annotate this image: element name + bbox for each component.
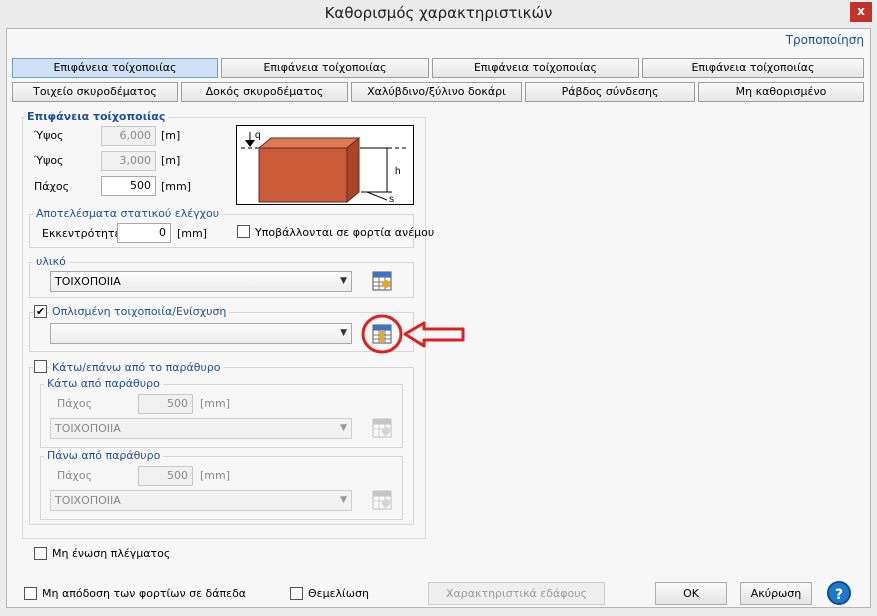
mesh-label: Μη ένωση πλέγματος bbox=[52, 547, 171, 560]
below-thickness-label: Πάχος bbox=[57, 397, 93, 410]
tab-masonry-surface-4[interactable]: Επιφάνεια τοίχοποιίας bbox=[642, 58, 864, 78]
thickness-unit: [mm] bbox=[161, 180, 192, 193]
modify-link[interactable]: Τροποποίηση bbox=[700, 33, 864, 47]
tab-masonry-surface-1[interactable]: Επιφάνεια τοίχοποιίας bbox=[12, 58, 218, 78]
reinforced-label: Οπλισμένη τοιχοποιία/Ενίσχυση bbox=[49, 305, 230, 318]
reinforcement-select[interactable]: ▼ bbox=[50, 323, 352, 344]
no-load-checkbox[interactable] bbox=[24, 587, 37, 600]
thickness-input[interactable]: 500 bbox=[101, 176, 156, 196]
reinforced-checkbox[interactable]: ✔ bbox=[34, 305, 47, 318]
height2-input[interactable]: 3,000 bbox=[101, 151, 156, 171]
tab-masonry-surface-3[interactable]: Επιφάνεια τοίχοποιίας bbox=[432, 58, 639, 78]
above-thickness-input[interactable]: 500 bbox=[138, 466, 193, 486]
below-thickness-input[interactable]: 500 bbox=[138, 394, 193, 414]
eccentricity-unit: [mm] bbox=[177, 227, 208, 240]
height2-unit: [m] bbox=[161, 154, 181, 167]
above-material-table-icon[interactable] bbox=[372, 490, 392, 510]
above-material-select[interactable]: ΤΟΙΧΟΠΟΙΙΑ ▼ bbox=[50, 490, 352, 511]
chevron-down-icon: ▼ bbox=[340, 423, 347, 433]
window-checkbox[interactable] bbox=[34, 360, 47, 373]
no-load-label: Μη απόδοση των φορτίων σε δάπεδα bbox=[42, 587, 247, 600]
wind-load-label: Υποβάλλονται σε φορτία ανέμου bbox=[255, 226, 435, 239]
height1-label: Ύψος bbox=[34, 129, 64, 142]
chevron-down-icon: ▼ bbox=[340, 495, 347, 505]
mesh-checkbox[interactable] bbox=[34, 547, 47, 560]
eccentricity-label: Εκκεντρότητες bbox=[42, 227, 118, 240]
tab-undefined[interactable]: Μη καθορισμένο bbox=[698, 82, 864, 102]
tab-steel-timber-beam[interactable]: Χαλύβδινο/ξύλινο δοκάρι bbox=[351, 82, 522, 102]
foundation-checkbox[interactable] bbox=[290, 587, 303, 600]
below-material-table-icon[interactable] bbox=[372, 418, 392, 438]
tab-masonry-surface-2[interactable]: Επιφάνεια τοίχοποιίας bbox=[221, 58, 429, 78]
above-thickness-unit: [mm] bbox=[200, 469, 231, 482]
static-group-title: Αποτελέσματα στατικού ελέγχου bbox=[33, 207, 223, 220]
eccentricity-input[interactable]: 0 bbox=[117, 223, 171, 243]
chevron-down-icon: ▼ bbox=[340, 328, 347, 338]
window-title: Καθορισμός χαρακτηριστικών bbox=[324, 4, 553, 22]
material-table-icon[interactable] bbox=[372, 271, 392, 291]
below-material-select[interactable]: ΤΟΙΧΟΠΟΙΙΑ ▼ bbox=[50, 418, 352, 439]
above-window-title: Πάνω από παράθυρο bbox=[44, 449, 164, 462]
foundation-label: Θεμελίωση bbox=[308, 587, 369, 600]
surface-group-title: Επιφάνεια τοίχοποιίας bbox=[24, 110, 169, 123]
wall-preview: q h s bbox=[236, 125, 414, 205]
material-select[interactable]: ΤΟΙΧΟΠΟΙΙΑ ▼ bbox=[50, 271, 352, 292]
q-label: q bbox=[255, 130, 261, 141]
below-thickness-unit: [mm] bbox=[200, 397, 231, 410]
material-group-title: υλικό bbox=[33, 255, 69, 268]
help-icon[interactable]: ? bbox=[827, 581, 851, 605]
wind-load-checkbox[interactable] bbox=[237, 225, 250, 238]
height2-label: Ύψος bbox=[34, 154, 64, 167]
thickness-label: Πάχος bbox=[34, 180, 70, 193]
material-select-value: ΤΟΙΧΟΠΟΙΙΑ bbox=[55, 275, 121, 288]
above-material-value: ΤΟΙΧΟΠΟΙΙΑ bbox=[55, 494, 121, 507]
below-window-title: Κάτω από παράθυρο bbox=[44, 377, 163, 390]
height1-input[interactable]: 6,000 bbox=[101, 126, 156, 146]
chevron-down-icon: ▼ bbox=[340, 276, 347, 286]
above-thickness-label: Πάχος bbox=[57, 469, 93, 482]
tab-concrete-beam[interactable]: Δοκός σκυροδέματος bbox=[181, 82, 348, 102]
cancel-button[interactable]: Ακύρωση bbox=[740, 582, 812, 605]
height1-unit: [m] bbox=[161, 129, 181, 142]
annotation-highlight bbox=[361, 314, 465, 354]
ok-button[interactable]: OK bbox=[655, 582, 727, 605]
wall-preview-drawing: q h s bbox=[241, 130, 407, 205]
soil-properties-button[interactable]: Χαρακτηριστικά εδάφους bbox=[428, 582, 605, 605]
below-material-value: ΤΟΙΧΟΠΟΙΙΑ bbox=[55, 422, 121, 435]
window-label: Κάτω/επάνω από το παράθυρο bbox=[49, 361, 224, 374]
h-label: h bbox=[395, 166, 401, 177]
tab-concrete-wall[interactable]: Τοιχείο σκυροδέματος bbox=[12, 82, 178, 102]
close-button[interactable]: x bbox=[850, 2, 872, 22]
s-label: s bbox=[389, 194, 394, 204]
tab-tie-rod[interactable]: Ράβδος σύνδεσης bbox=[525, 82, 695, 102]
